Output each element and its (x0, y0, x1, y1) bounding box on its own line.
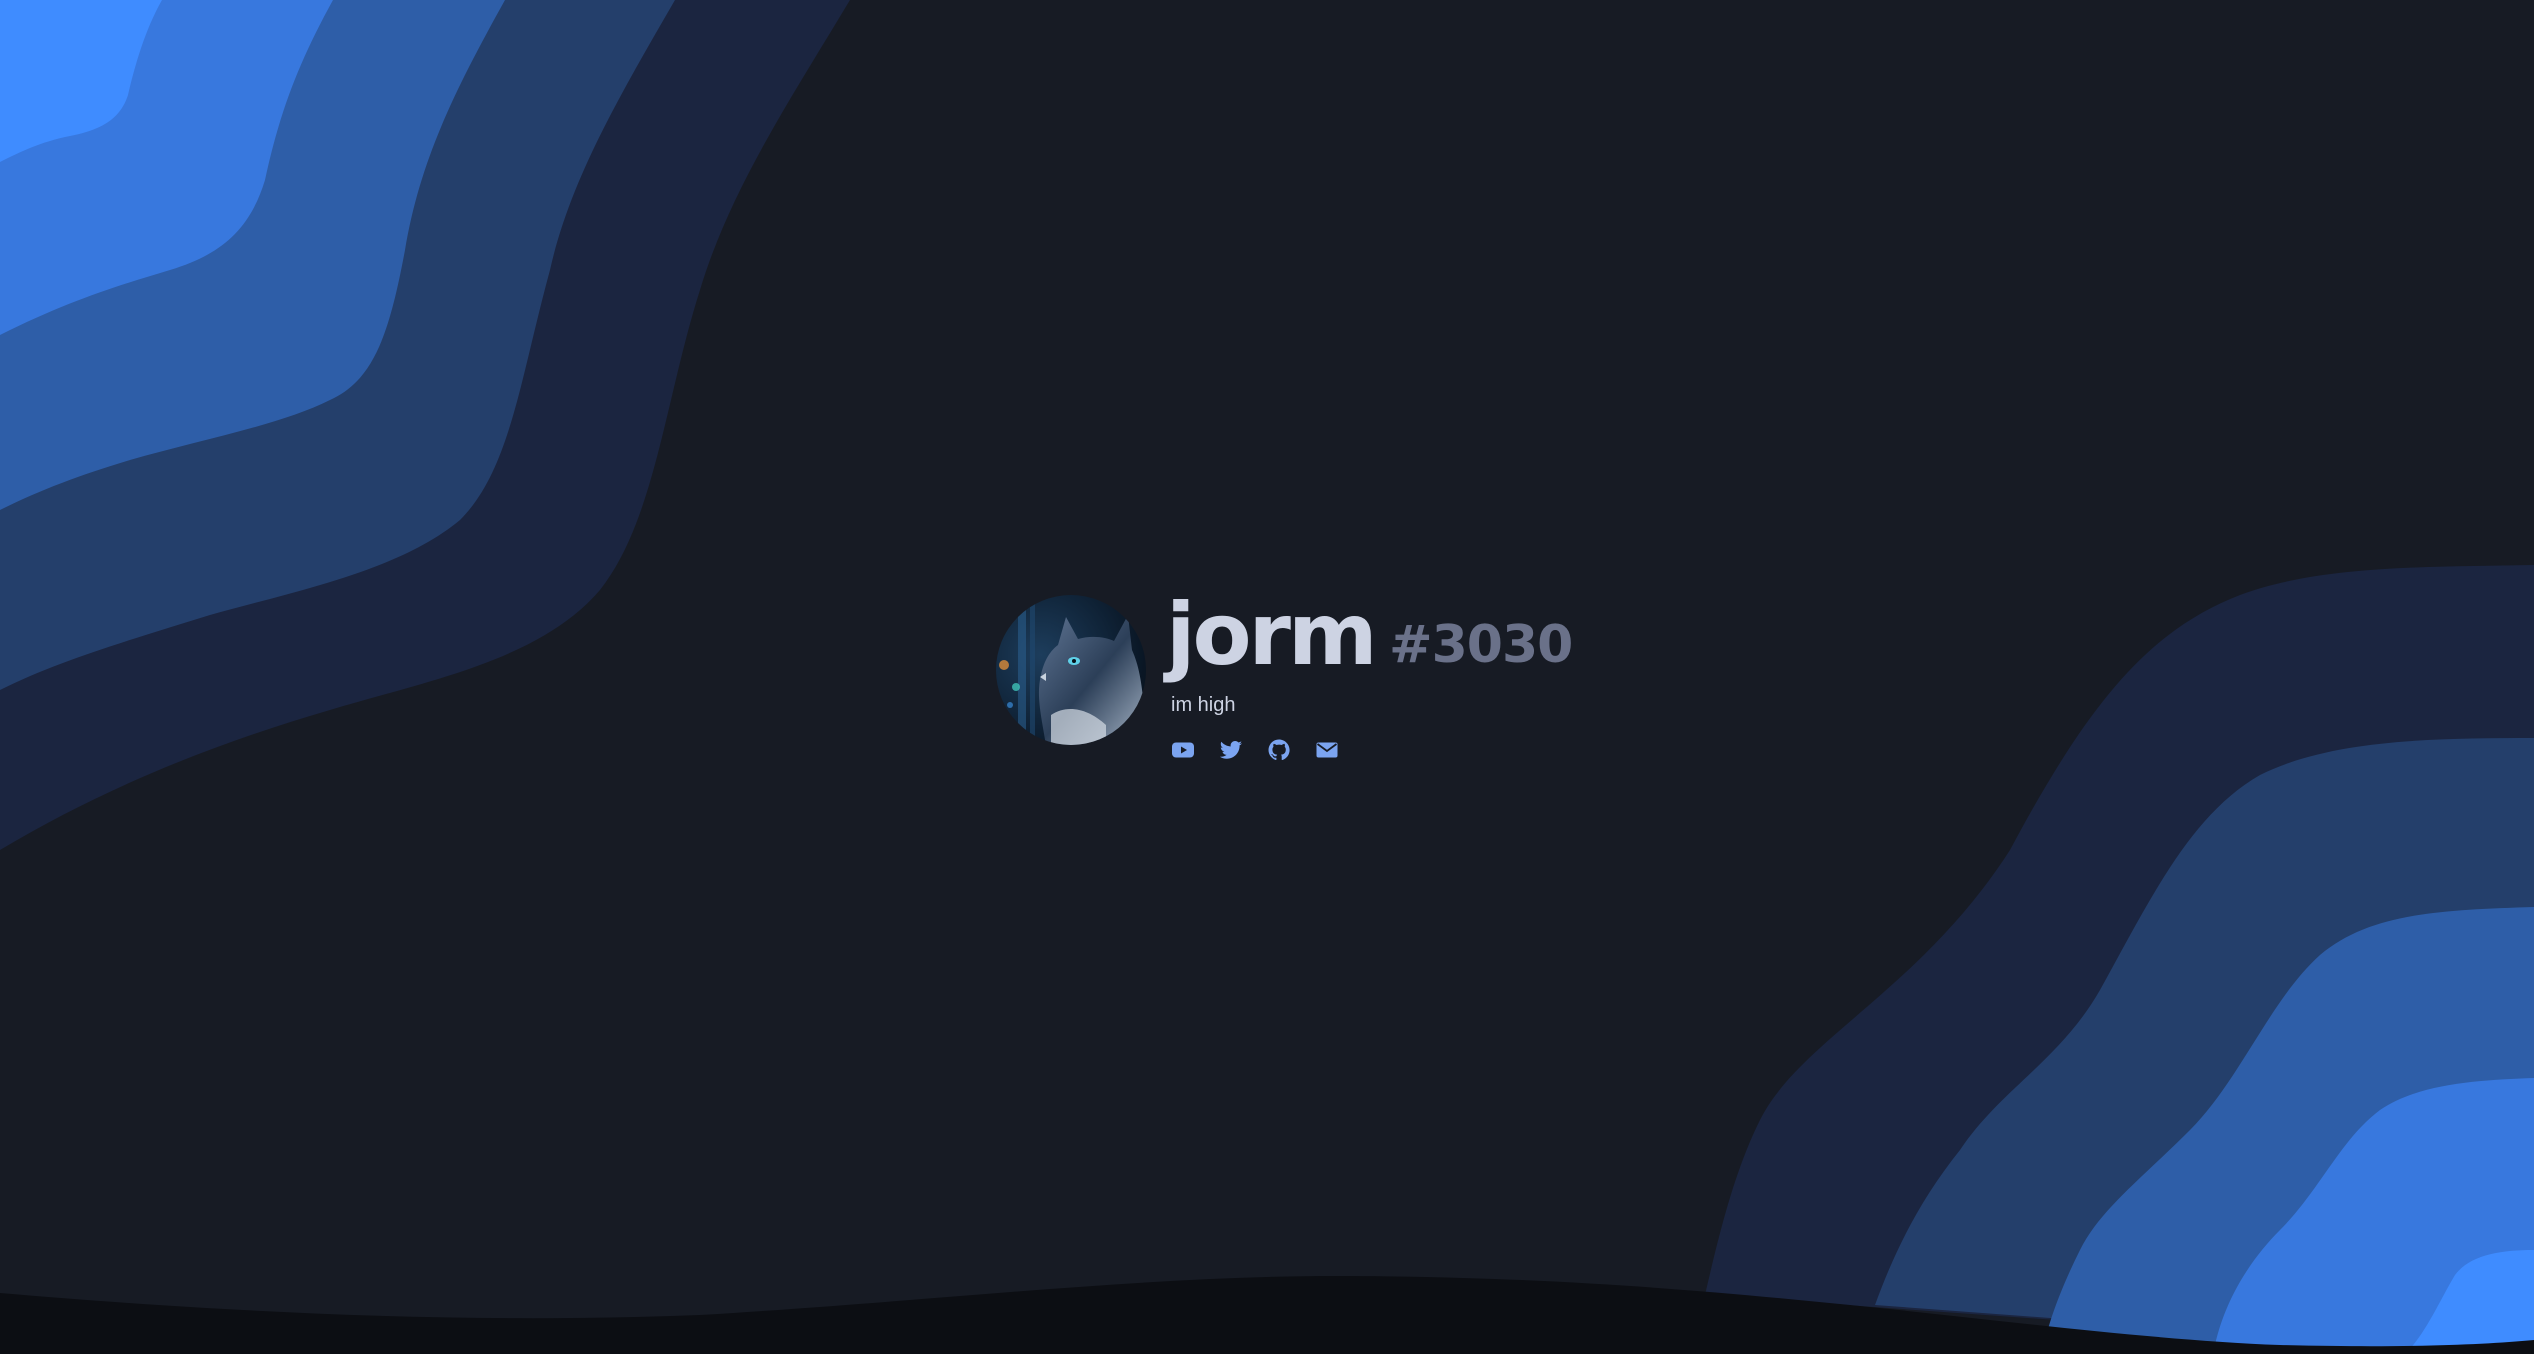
cat-portrait-avatar-icon (996, 595, 1146, 745)
youtube-icon (1172, 742, 1194, 758)
twitter-icon (1219, 741, 1242, 759)
username: jorm (1166, 585, 1378, 685)
email-link[interactable] (1315, 738, 1339, 762)
social-links (1171, 738, 1339, 762)
profile-card: jorm #3030 im high (996, 585, 1576, 762)
github-icon (1268, 739, 1290, 761)
avatar (996, 595, 1146, 745)
email-icon (1316, 742, 1338, 758)
discriminator: #3030 (1389, 615, 1573, 675)
bio: im high (1171, 694, 1236, 716)
page-root: jorm #3030 im high (0, 0, 2534, 1354)
github-link[interactable] (1267, 738, 1291, 762)
name-row: jorm #3030 (1166, 585, 1573, 685)
youtube-link[interactable] (1171, 738, 1195, 762)
twitter-link[interactable] (1219, 738, 1243, 762)
